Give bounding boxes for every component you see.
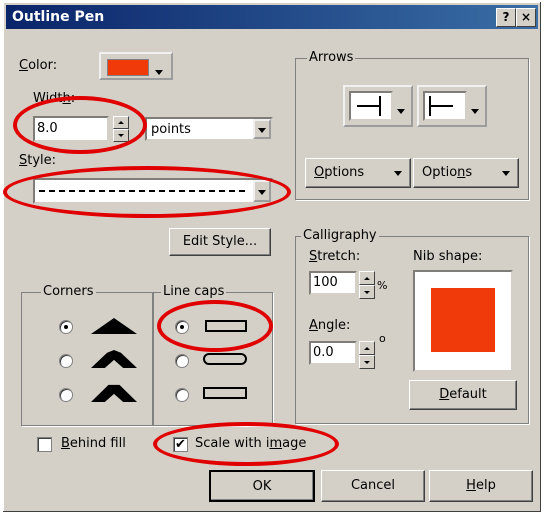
stretch-unit: % [377,279,388,292]
chevron-down-icon[interactable] [253,119,271,139]
cap-square-radio[interactable] [175,388,189,402]
spin-down-icon[interactable] [359,285,375,299]
color-picker-button[interactable] [99,52,173,80]
stretch-label: Stretch: [309,249,361,264]
help-button[interactable]: Help [429,470,533,502]
width-spinner[interactable] [113,116,129,142]
chevron-down-icon [471,103,479,118]
help-title-button[interactable]: ? [496,8,516,27]
ok-button[interactable]: OK [209,470,315,502]
angle-value: 0.0 [313,345,334,360]
style-select[interactable] [33,178,273,204]
corners-label: Corners [41,284,96,299]
stretch-input[interactable]: 100 [309,271,357,295]
behind-fill-checkbox[interactable] [37,437,52,452]
color-swatch [107,59,149,76]
options-end-label: Options [422,165,473,180]
end-arrow-preview [423,91,467,121]
cap-round-radio[interactable] [175,354,189,368]
round-cap-icon [203,353,247,365]
start-arrow-select[interactable] [343,85,413,127]
cap-butt-radio[interactable] [175,320,189,334]
title-bar[interactable]: Outline Pen ? × [6,5,538,29]
color-label: Color: [19,58,58,73]
corners-group [21,292,153,426]
corner-miter-radio[interactable] [59,320,73,334]
corner-round-radio[interactable] [59,354,73,368]
angle-input[interactable]: 0.0 [309,341,357,365]
spin-down-icon[interactable] [113,129,129,142]
line-caps-label: Line caps [161,284,227,299]
angle-label: Angle: [309,318,351,333]
options-start-label: Options [314,165,365,180]
nib-square [431,288,495,352]
arrows-label: Arrows [307,50,356,65]
spin-up-icon[interactable] [113,116,129,129]
width-input[interactable]: 8.0 [33,116,109,142]
spin-up-icon[interactable] [359,341,375,355]
angle-unit: o [379,332,386,345]
start-arrow-preview [349,91,393,121]
cancel-button[interactable]: Cancel [321,470,425,502]
options-end-button[interactable]: Options [413,158,519,188]
close-button[interactable]: × [516,8,536,27]
units-select[interactable]: points [145,117,273,141]
dialog-title: Outline Pen [12,9,105,25]
nib-shape-preview[interactable] [413,270,513,372]
corner-bevel-radio[interactable] [59,388,73,402]
stretch-value: 100 [313,275,338,290]
scale-with-image-label: Scale with image [195,436,307,451]
square-cap-icon [203,387,247,399]
edit-style-button[interactable]: Edit Style... [169,228,271,256]
style-label: Style: [19,153,57,168]
stretch-spinner[interactable] [359,271,375,299]
end-arrow-select[interactable] [417,85,487,127]
options-start-button[interactable]: Options [305,158,411,188]
width-label: Width: [33,91,76,106]
default-button[interactable]: Default [409,380,517,410]
calligraphy-label: Calligraphy [301,228,379,243]
chevron-down-icon [394,171,402,176]
spin-up-icon[interactable] [359,271,375,285]
dashed-line-preview [39,190,245,192]
chevron-down-icon [155,64,163,79]
width-value: 8.0 [37,121,58,136]
nib-shape-label: Nib shape: [413,249,483,264]
chevron-down-icon [397,103,405,118]
chevron-down-icon[interactable] [253,180,271,202]
outline-pen-dialog: Outline Pen ? × Color: Width: 8.0 points… [2,1,542,513]
angle-spinner[interactable] [359,341,375,369]
butt-cap-icon [205,320,247,332]
behind-fill-label: Behind fill [61,436,126,451]
miter-corner-icon [91,318,137,334]
units-value: points [151,122,191,137]
chevron-down-icon [502,171,510,176]
scale-with-image-checkbox[interactable]: ✔ [173,437,188,452]
spin-down-icon[interactable] [359,355,375,369]
